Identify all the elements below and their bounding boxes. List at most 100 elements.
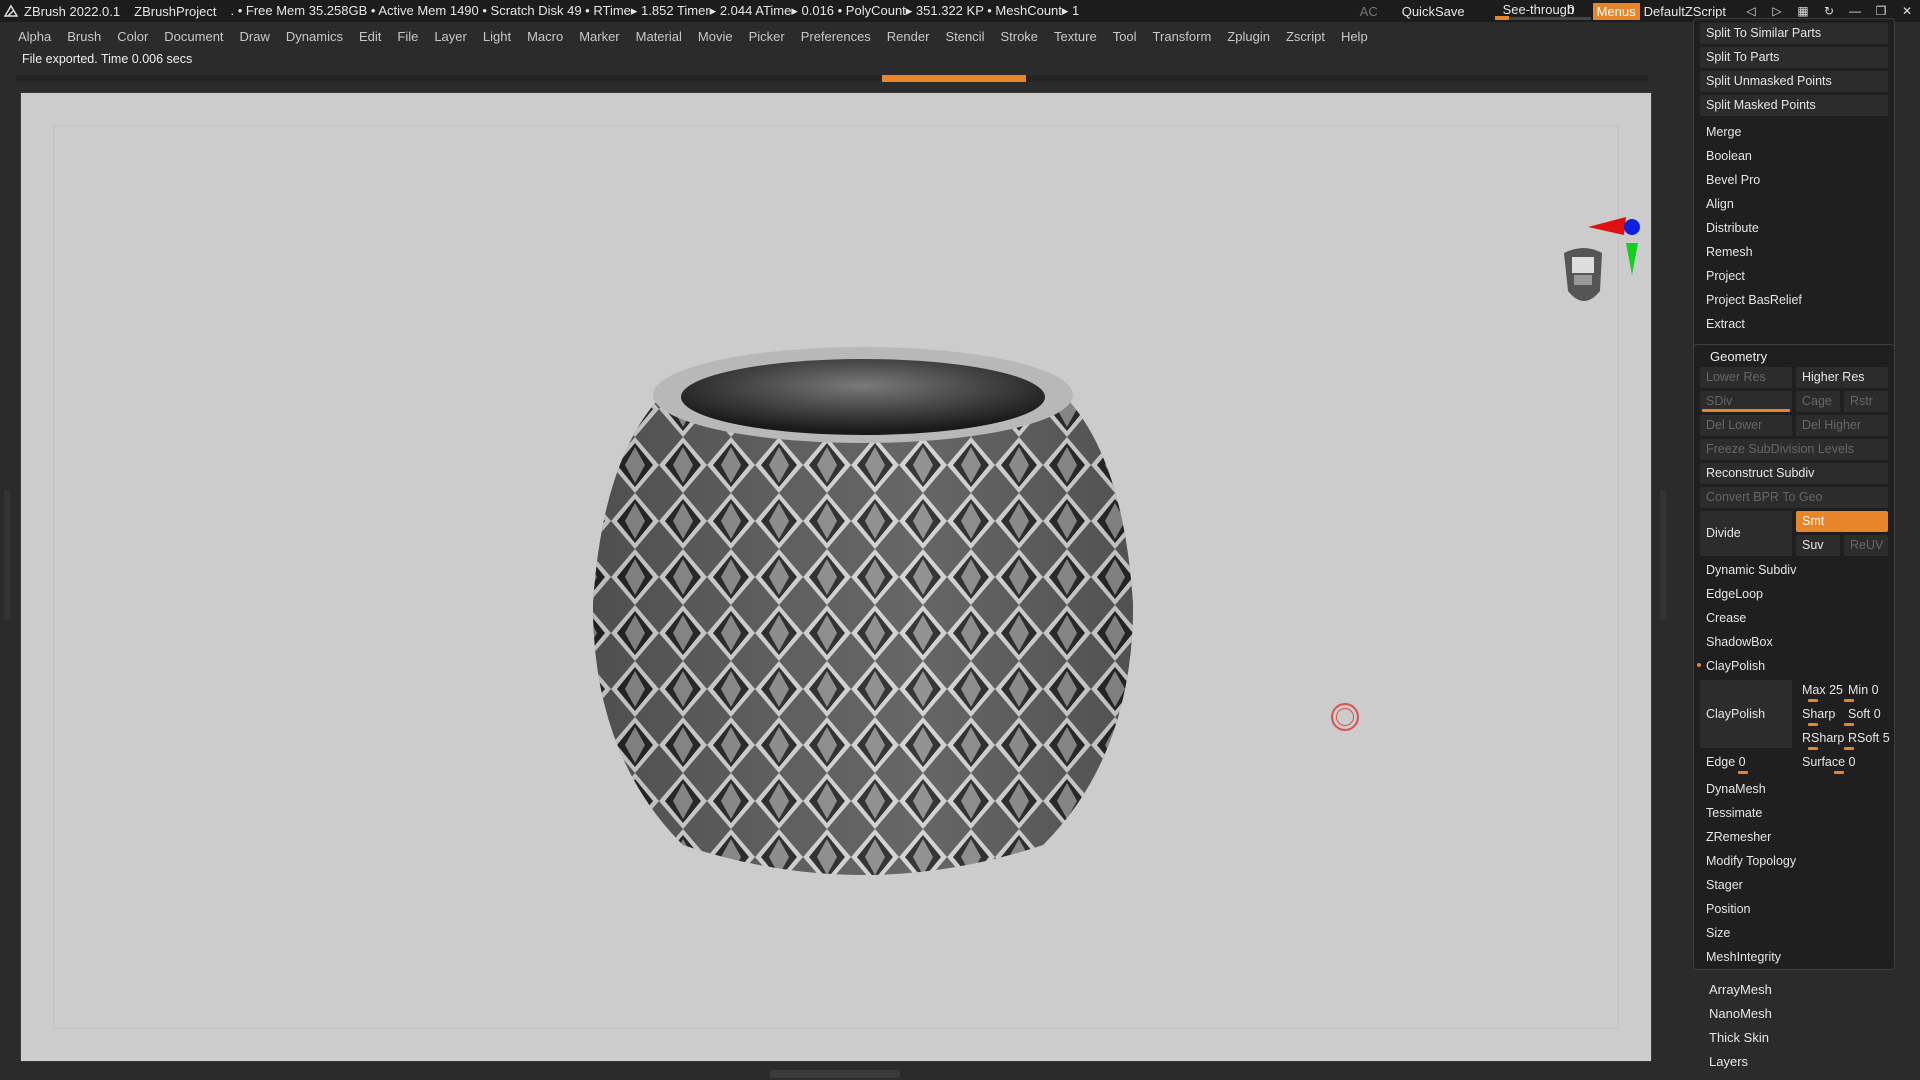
- layout-next-icon[interactable]: ▷: [1764, 4, 1790, 18]
- menus-button[interactable]: Menus: [1592, 2, 1640, 20]
- menu-color[interactable]: Color: [117, 29, 148, 44]
- default-zscript-button[interactable]: DefaultZScript: [1644, 4, 1726, 19]
- menu-material[interactable]: Material: [636, 29, 682, 44]
- minimize-icon[interactable]: —: [1842, 4, 1868, 18]
- lower-res-button[interactable]: Lower Res: [1700, 367, 1792, 388]
- menu-stroke[interactable]: Stroke: [1000, 29, 1038, 44]
- rsoft-slider[interactable]: RSoft 5: [1842, 728, 1890, 749]
- convert-bpr-button[interactable]: Convert BPR To Geo: [1700, 487, 1888, 508]
- menu-picker[interactable]: Picker: [749, 29, 785, 44]
- progress-strip: [16, 75, 1648, 82]
- subtool-section-project-basrelief[interactable]: Project BasRelief: [1700, 290, 1888, 311]
- geometry-section-zremesher[interactable]: ZRemesher: [1700, 827, 1888, 848]
- subtool-section-boolean[interactable]: Boolean: [1700, 146, 1888, 167]
- surface-slider[interactable]: Surface 0: [1796, 752, 1888, 773]
- split-button-2[interactable]: Split Unmasked Points: [1700, 71, 1888, 92]
- geometry-header[interactable]: Geometry: [1710, 349, 1767, 364]
- freeze-subdivision-button[interactable]: Freeze SubDivision Levels: [1700, 439, 1888, 460]
- geometry-section-tessimate[interactable]: Tessimate: [1700, 803, 1888, 824]
- menu-stencil[interactable]: Stencil: [945, 29, 984, 44]
- higher-res-button[interactable]: Higher Res: [1796, 367, 1888, 388]
- subtool-section-extract[interactable]: Extract: [1700, 314, 1888, 335]
- split-button-0[interactable]: Split To Similar Parts: [1700, 23, 1888, 44]
- menu-help[interactable]: Help: [1341, 29, 1368, 44]
- refresh-icon[interactable]: ↻: [1816, 4, 1842, 18]
- left-shelf-handle[interactable]: [4, 490, 10, 620]
- dynamic-subdiv-section[interactable]: Dynamic Subdiv: [1700, 560, 1888, 581]
- menu-dynamics[interactable]: Dynamics: [286, 29, 343, 44]
- menu-draw[interactable]: Draw: [240, 29, 270, 44]
- smt-toggle[interactable]: Smt: [1796, 511, 1888, 532]
- ac-toggle[interactable]: AC: [1360, 4, 1378, 19]
- menu-marker[interactable]: Marker: [579, 29, 619, 44]
- vase-mesh[interactable]: [563, 325, 1163, 905]
- rsharp-slider[interactable]: RSharp: [1796, 728, 1844, 749]
- crease-section[interactable]: Crease: [1700, 608, 1888, 629]
- tool-section-arraymesh[interactable]: ArrayMesh: [1709, 982, 1772, 997]
- subtool-section-merge[interactable]: Merge: [1700, 122, 1888, 143]
- max-slider[interactable]: Max 25: [1796, 680, 1843, 701]
- min-slider[interactable]: Min 0: [1842, 680, 1888, 701]
- subtool-section-bevel-pro[interactable]: Bevel Pro: [1700, 170, 1888, 191]
- shadowbox-section[interactable]: ShadowBox: [1700, 632, 1888, 653]
- menu-macro[interactable]: Macro: [527, 29, 563, 44]
- menu-layer[interactable]: Layer: [434, 29, 467, 44]
- menu-file[interactable]: File: [397, 29, 418, 44]
- menu-movie[interactable]: Movie: [698, 29, 733, 44]
- menu-zplugin[interactable]: Zplugin: [1227, 29, 1270, 44]
- edgeloop-section[interactable]: EdgeLoop: [1700, 584, 1888, 605]
- reconstruct-subdiv-button[interactable]: Reconstruct Subdiv: [1700, 463, 1888, 484]
- cage-button[interactable]: Cage: [1796, 391, 1840, 412]
- soft-slider[interactable]: Soft 0: [1842, 704, 1888, 725]
- menu-zscript[interactable]: Zscript: [1286, 29, 1325, 44]
- reuv-button[interactable]: ReUV: [1844, 535, 1888, 556]
- claypolish-section[interactable]: ClayPolish: [1700, 656, 1888, 677]
- bottom-tray-handle[interactable]: [770, 1070, 900, 1078]
- geometry-section-modify-topology[interactable]: Modify Topology: [1700, 851, 1888, 872]
- menu-edit[interactable]: Edit: [359, 29, 381, 44]
- see-through-slider[interactable]: See-through 0: [1483, 2, 1591, 20]
- menu-render[interactable]: Render: [887, 29, 930, 44]
- right-shelf-handle[interactable]: [1660, 490, 1666, 620]
- menu-tool[interactable]: Tool: [1113, 29, 1137, 44]
- subtool-section-distribute[interactable]: Distribute: [1700, 218, 1888, 239]
- document-canvas[interactable]: [20, 92, 1652, 1062]
- geometry-section-meshintegrity[interactable]: MeshIntegrity: [1700, 947, 1888, 968]
- split-button-1[interactable]: Split To Parts: [1700, 47, 1888, 68]
- layout-prev-icon[interactable]: ◁: [1738, 4, 1764, 18]
- geometry-section-size[interactable]: Size: [1700, 923, 1888, 944]
- subtool-section-align[interactable]: Align: [1700, 194, 1888, 215]
- geometry-section-stager[interactable]: Stager: [1700, 875, 1888, 896]
- subtool-section-remesh[interactable]: Remesh: [1700, 242, 1888, 263]
- geometry-section-dynamesh[interactable]: DynaMesh: [1700, 779, 1888, 800]
- quicksave-button[interactable]: QuickSave: [1402, 4, 1465, 19]
- menu-transform[interactable]: Transform: [1153, 29, 1212, 44]
- claypolish-button[interactable]: ClayPolish: [1700, 680, 1792, 748]
- tool-section-thick-skin[interactable]: Thick Skin: [1709, 1030, 1769, 1045]
- suv-toggle[interactable]: Suv: [1796, 535, 1840, 556]
- orientation-gizmo[interactable]: [1536, 213, 1646, 323]
- tool-section-layers[interactable]: Layers: [1709, 1054, 1748, 1069]
- restore-icon[interactable]: ❐: [1868, 4, 1894, 18]
- surface-slider-knob: [1834, 771, 1844, 774]
- rstr-button[interactable]: Rstr: [1844, 391, 1888, 412]
- tool-section-nanomesh[interactable]: NanoMesh: [1709, 1006, 1772, 1021]
- del-higher-button[interactable]: Del Higher: [1796, 415, 1888, 436]
- geometry-section-position[interactable]: Position: [1700, 899, 1888, 920]
- menu-brush[interactable]: Brush: [67, 29, 101, 44]
- edge-slider[interactable]: Edge 0: [1700, 752, 1792, 773]
- sharp-slider[interactable]: Sharp: [1796, 704, 1842, 725]
- layout-icon[interactable]: ▦: [1790, 4, 1816, 18]
- del-lower-button[interactable]: Del Lower: [1700, 415, 1792, 436]
- window-controls: ◁ ▷ ▦ ↻ — ❐ ✕: [1738, 4, 1920, 18]
- close-icon[interactable]: ✕: [1894, 4, 1920, 18]
- subtool-section-project[interactable]: Project: [1700, 266, 1888, 287]
- menu-texture[interactable]: Texture: [1054, 29, 1097, 44]
- menu-alpha[interactable]: Alpha: [18, 29, 51, 44]
- split-button-3[interactable]: Split Masked Points: [1700, 95, 1888, 116]
- menu-document[interactable]: Document: [164, 29, 223, 44]
- menu-preferences[interactable]: Preferences: [801, 29, 871, 44]
- see-through-value: 0: [1567, 2, 1575, 17]
- divide-button[interactable]: Divide: [1700, 511, 1792, 556]
- menu-light[interactable]: Light: [483, 29, 511, 44]
